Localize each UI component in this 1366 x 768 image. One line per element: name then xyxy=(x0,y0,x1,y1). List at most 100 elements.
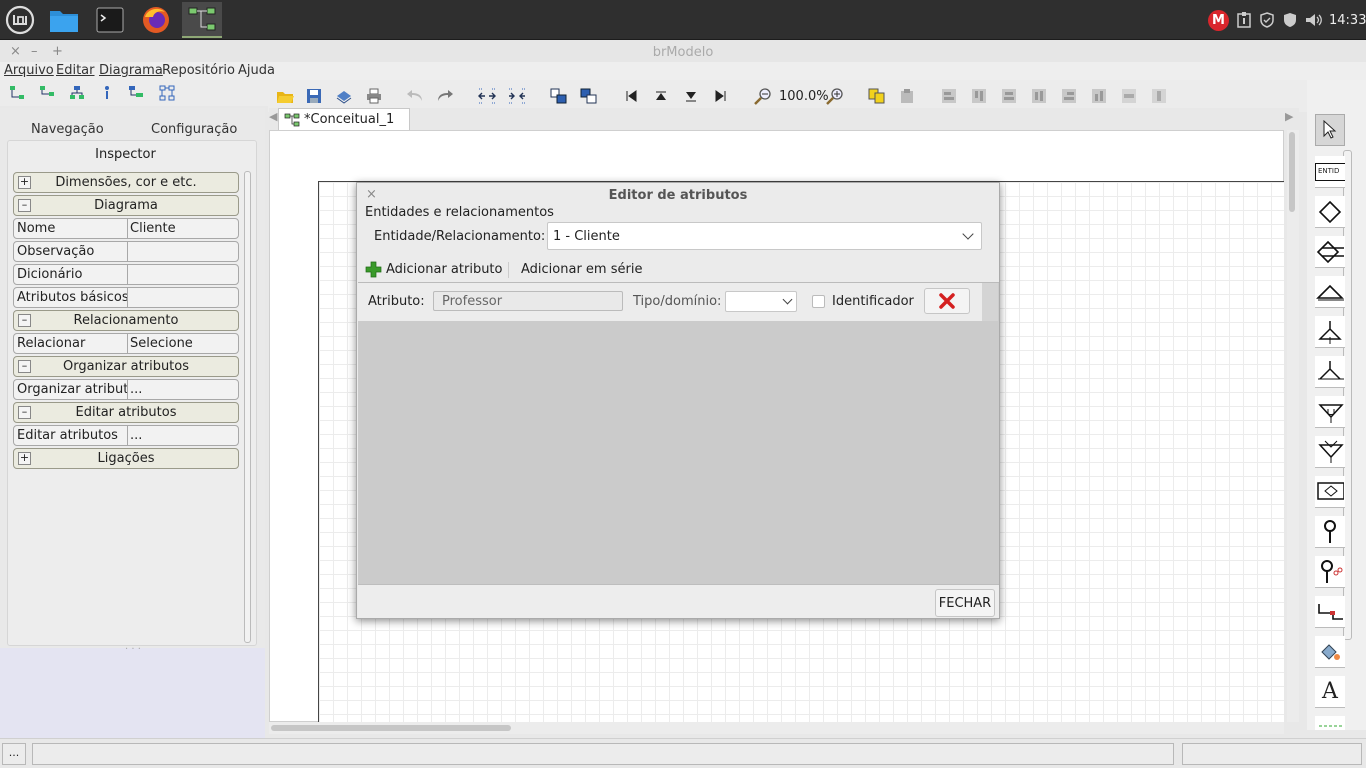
add-attribute-button[interactable]: Adicionar atributo xyxy=(365,259,503,279)
bring-front-icon[interactable] xyxy=(550,87,568,105)
zoom-spread-icon[interactable] xyxy=(508,87,526,105)
tree-expand-icon[interactable] xyxy=(8,84,26,102)
menu-diagrama[interactable]: Diagrama xyxy=(99,63,163,78)
align-middle-icon[interactable] xyxy=(1030,87,1048,105)
last-icon[interactable] xyxy=(712,87,730,105)
canvas-hscroll-thumb[interactable] xyxy=(271,725,511,731)
delete-attribute-button[interactable] xyxy=(924,288,970,314)
paste-icon[interactable] xyxy=(898,87,916,105)
group-dimensoes[interactable]: + Dimensões, cor e etc. xyxy=(13,172,239,193)
menu-ajuda[interactable]: Ajuda xyxy=(238,63,275,78)
prop-row-nome[interactable]: Nome Cliente xyxy=(13,218,239,239)
open-icon[interactable] xyxy=(276,87,294,105)
menu-editar[interactable]: Editar xyxy=(56,63,95,78)
tree-hierarchy-icon[interactable] xyxy=(68,84,86,102)
prop-value[interactable]: ... xyxy=(130,382,142,397)
group-relacionamento[interactable]: – Relacionamento xyxy=(13,310,239,331)
update-shield-icon[interactable] xyxy=(1283,12,1297,28)
canvas-hscroll-track[interactable] xyxy=(269,722,1284,734)
tree-list-icon[interactable] xyxy=(127,84,145,102)
same-width-icon[interactable] xyxy=(1120,87,1138,105)
mint-menu-button[interactable] xyxy=(0,2,40,38)
relationship-tool[interactable] xyxy=(1315,196,1345,228)
text-tool[interactable]: A xyxy=(1315,676,1345,708)
inspector-scrollbar[interactable] xyxy=(244,171,251,643)
tab-conceitual-1[interactable]: *Conceitual_1 xyxy=(278,108,410,130)
up-icon[interactable] xyxy=(652,87,670,105)
specialization-tool[interactable] xyxy=(1315,276,1345,308)
generalization-tool[interactable] xyxy=(1315,436,1345,468)
paint-tool[interactable] xyxy=(1315,636,1345,668)
save-as-icon[interactable] xyxy=(335,87,353,105)
menu-arquivo[interactable]: Arquivo xyxy=(4,63,54,78)
zoom-out-icon[interactable] xyxy=(754,87,772,105)
tree-collapse-icon[interactable] xyxy=(38,84,56,102)
prop-row-observacao[interactable]: Observação xyxy=(13,241,239,262)
canvas-vscroll-track[interactable] xyxy=(1287,130,1299,722)
fechar-button[interactable]: FECHAR xyxy=(935,589,995,617)
link-tool[interactable] xyxy=(1315,596,1345,628)
prop-row-atributos-basicos[interactable]: Atributos básicos xyxy=(13,287,239,308)
clock[interactable]: 14:33 xyxy=(1329,13,1366,28)
copy-icon[interactable] xyxy=(868,87,886,105)
same-height-icon[interactable] xyxy=(1150,87,1168,105)
attribute-tool[interactable] xyxy=(1315,516,1345,548)
first-icon[interactable] xyxy=(622,87,640,105)
terminal-launcher[interactable] xyxy=(90,2,130,38)
volume-icon[interactable] xyxy=(1305,12,1323,28)
prop-row-organizar[interactable]: Organizar atributos ... xyxy=(13,379,239,400)
align-top-icon[interactable] xyxy=(970,87,988,105)
type-domain-select[interactable] xyxy=(725,291,797,312)
attribute-name-input[interactable]: Professor xyxy=(433,291,623,311)
prop-row-dicionario[interactable]: Dicionário xyxy=(13,264,239,285)
redo-icon[interactable] xyxy=(436,87,454,105)
prop-value[interactable]: Cliente xyxy=(130,221,176,236)
align-center-icon[interactable] xyxy=(1000,87,1018,105)
associative-entity-tool[interactable] xyxy=(1315,236,1345,268)
entity-select[interactable]: 1 - Cliente xyxy=(547,222,982,250)
tree-info-icon[interactable] xyxy=(98,84,116,102)
prop-value[interactable]: Selecione xyxy=(130,336,193,351)
group-diagrama[interactable]: – Diagrama xyxy=(13,195,239,216)
align-left-icon[interactable] xyxy=(940,87,958,105)
entity-tool[interactable]: ENTID xyxy=(1315,156,1345,188)
tab-scroll-right-icon[interactable]: ▶ xyxy=(1285,110,1293,123)
tab-navegacao[interactable]: Navegação xyxy=(31,122,104,137)
save-icon[interactable] xyxy=(305,87,323,105)
specialization-partial-tool[interactable] xyxy=(1315,356,1345,388)
group-organizar-atributos[interactable]: – Organizar atributos xyxy=(13,356,239,377)
group-ligacoes[interactable]: + Ligações xyxy=(13,448,239,469)
window-titlebar[interactable]: × – + brModelo xyxy=(0,40,1366,64)
tree-network-icon[interactable] xyxy=(158,84,176,102)
canvas-vscroll-thumb[interactable] xyxy=(1289,132,1295,212)
clipboard-icon[interactable] xyxy=(1237,12,1251,28)
down-icon[interactable] xyxy=(682,87,700,105)
note-tool[interactable] xyxy=(1315,716,1345,730)
firefox-launcher[interactable] xyxy=(136,2,176,38)
menu-repositorio[interactable]: Repositório xyxy=(162,63,235,78)
tab-scroll-left-icon[interactable]: ◀ xyxy=(269,110,277,123)
zoom-to-fit-icon[interactable] xyxy=(478,87,496,105)
composite-attribute-tool[interactable] xyxy=(1315,556,1345,588)
align-right-icon[interactable] xyxy=(1060,87,1078,105)
files-launcher[interactable] xyxy=(44,2,84,38)
undo-icon[interactable] xyxy=(406,87,424,105)
prop-row-editar[interactable]: Editar atributos ... xyxy=(13,425,239,446)
group-editar-atributos[interactable]: – Editar atributos xyxy=(13,402,239,423)
pointer-tool[interactable] xyxy=(1315,114,1345,146)
tab-configuracao[interactable]: Configuração xyxy=(151,122,237,137)
shield-icon[interactable] xyxy=(1259,12,1275,28)
zoom-in-icon[interactable] xyxy=(826,87,844,105)
prop-value[interactable]: ... xyxy=(130,428,142,443)
identifier-checkbox[interactable] xyxy=(812,295,825,308)
align-bottom-icon[interactable] xyxy=(1090,87,1108,105)
status-more[interactable]: ... xyxy=(2,743,26,765)
add-series-button[interactable]: Adicionar em série xyxy=(521,262,642,277)
mega-tray-icon[interactable]: M xyxy=(1208,9,1229,31)
print-icon[interactable] xyxy=(365,87,383,105)
send-back-icon[interactable] xyxy=(580,87,598,105)
union-tool[interactable] xyxy=(1315,396,1345,428)
prop-row-relacionar[interactable]: Relacionar Selecione xyxy=(13,333,239,354)
specialization-total-tool[interactable] xyxy=(1315,316,1345,348)
brmodelo-taskbar-item[interactable] xyxy=(182,2,222,38)
